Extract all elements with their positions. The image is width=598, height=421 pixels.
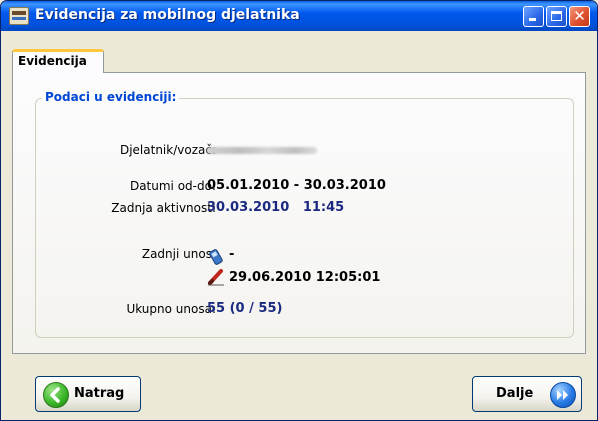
maximize-icon — [551, 11, 562, 21]
back-arrow-icon — [43, 382, 69, 408]
next-button-label: Dalje — [496, 386, 534, 401]
back-button[interactable]: Natrag — [35, 376, 141, 412]
tab-panel: Podaci u evidenciji: Djelatnik/vozač: Da… — [12, 72, 586, 354]
window-title: Evidencija za mobilnog djelatnika — [35, 7, 300, 23]
app-icon[interactable] — [9, 7, 29, 25]
forward-arrow-icon — [550, 382, 576, 408]
dates-label: Datumi od-do: — [129, 179, 216, 193]
back-button-label: Natrag — [74, 386, 125, 401]
last-activity-value: 30.03.2010 11:45 — [207, 200, 345, 215]
close-button[interactable]: ✕ — [569, 6, 590, 27]
total-value: 55 (0 / 55) — [207, 301, 283, 316]
mobile-phone-icon — [209, 249, 223, 265]
last-entry-mobile: - — [229, 247, 235, 262]
pen-icon — [208, 269, 224, 286]
total-label: Ukupno unosa: — [126, 302, 216, 316]
minimize-button[interactable] — [523, 6, 544, 27]
group-legend: Podaci u evidenciji: — [42, 90, 180, 104]
tab-evidencija[interactable]: Evidencija — [12, 49, 104, 73]
data-groupbox: Podaci u evidenciji: Djelatnik/vozač: Da… — [35, 90, 574, 338]
minimize-icon — [529, 18, 536, 21]
dates-value: 05.01.2010 - 30.03.2010 — [207, 178, 386, 193]
close-icon: ✕ — [573, 7, 586, 25]
last-activity-label: Zadnja aktivnost: — [111, 201, 216, 215]
employee-value-redacted — [207, 147, 317, 154]
last-entry-label: Zadnji unos: — [141, 247, 216, 261]
maximize-button[interactable] — [546, 6, 567, 27]
employee-label: Djelatnik/vozač: — [119, 143, 216, 157]
next-button[interactable]: Dalje — [472, 376, 582, 412]
title-bar[interactable]: Evidencija za mobilnog djelatnika ✕ — [1, 1, 597, 31]
main-window: Evidencija za mobilnog djelatnika ✕ Evid… — [0, 0, 598, 421]
last-entry-manual: 29.06.2010 12:05:01 — [229, 270, 381, 285]
